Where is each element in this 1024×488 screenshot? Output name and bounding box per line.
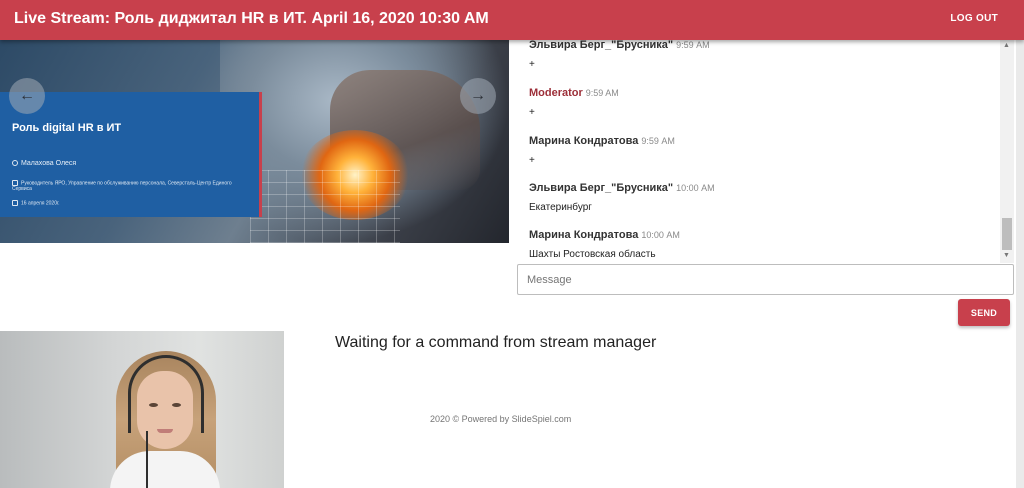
message-author: Марина Кондратова [529,229,639,241]
message-author: Moderator [529,87,583,99]
presentation-slide: Роль digital HR в ИТ Малахова Олеся Руко… [0,40,509,243]
send-button[interactable]: SEND [958,299,1010,326]
scroll-down-icon[interactable]: ▼ [1003,252,1010,259]
slide-author-name: Малахова Олеся [21,160,77,167]
scroll-thumb[interactable] [1002,218,1012,250]
footer-credit: 2020 © Powered by SlideSpiel.com [430,414,572,424]
message-text: + [529,59,535,70]
arrow-left-icon: ← [19,87,35,104]
scroll-up-icon[interactable]: ▲ [1003,42,1010,49]
message-text: + [529,155,535,166]
slide-heading: Роль digital HR в ИТ [12,122,122,134]
chat-message: Марина Кондратова 9:59 AM + [529,131,989,166]
chat-message: Эльвира Берг_"Брусника" 9:59 AM + [529,40,989,70]
live-stream-page: Live Stream: Роль диджитал HR в ИТ. Apri… [0,0,1024,488]
message-time: 9:59 AM [585,88,619,98]
message-time: 9:59 AM [676,40,710,50]
chat-message: Эльвира Берг_"Брусника" 10:00 AM Екатерин… [529,178,989,213]
webcam-video [0,331,284,488]
slide-author-role: Руководитель ЯРО, Управление по обслужив… [12,180,244,192]
previous-slide-button[interactable]: ← [9,78,45,114]
chat-scrollbar[interactable]: ▲ ▼ [1000,40,1014,263]
next-slide-button[interactable]: → [460,78,496,114]
chat-message: Moderator 9:59 AM + [529,83,989,118]
slide-chart-graphic [250,170,400,243]
slide-date: 16 апреля 2020г. [12,200,60,206]
arrow-right-icon: → [470,87,486,104]
person-icon [12,160,18,167]
message-author: Эльвира Берг_"Брусника" [529,40,674,51]
headset-cable [146,431,148,488]
briefcase-icon [12,180,18,186]
chat-messages[interactable]: Эльвира Берг_"Брусника" 9:59 AM + Moderat… [517,40,1014,263]
slide-date-text: 16 апреля 2020г. [21,200,60,207]
logout-button[interactable]: LOG OUT [950,13,998,24]
message-text: + [529,107,535,118]
headset-icon [128,355,204,433]
message-author: Эльвира Берг_"Брусника" [529,182,674,194]
message-text: Шахты Ростовская область [529,249,656,260]
message-input[interactable] [517,264,1014,295]
message-time: 9:59 AM [641,136,675,146]
message-time: 10:00 AM [676,183,715,193]
slide-author: Малахова Олеся [12,160,76,167]
calendar-icon [12,200,18,206]
stream-status-text: Waiting for a command from stream manage… [335,334,657,351]
top-bar: Live Stream: Роль диджитал HR в ИТ. Apri… [0,0,1024,40]
window-edge [1016,40,1024,488]
message-time: 10:00 AM [641,230,680,240]
slide-title-panel: Роль digital HR в ИТ Малахова Олеся Руко… [0,92,262,217]
slide-role-text: Руководитель ЯРО, Управление по обслужив… [12,180,232,193]
stream-title: Live Stream: Роль диджитал HR в ИТ. Apri… [14,10,489,27]
message-text: Екатеринбург [529,202,592,213]
chat-message: Марина Кондратова 10:00 AM Шахты Ростовск… [529,225,989,260]
message-author: Марина Кондратова [529,135,639,147]
